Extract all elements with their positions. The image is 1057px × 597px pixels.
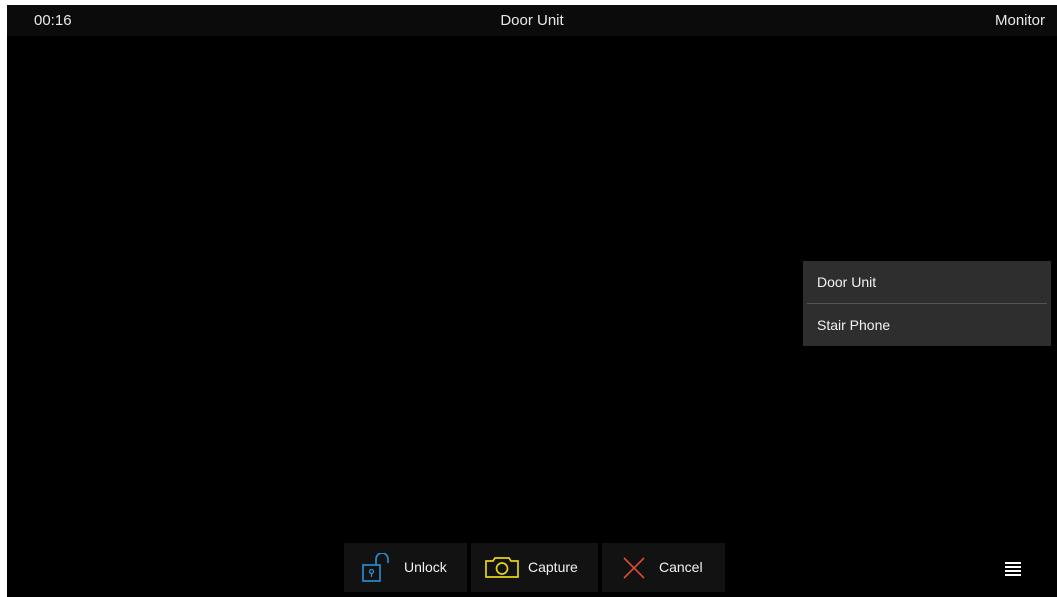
unlock-label: Unlock	[404, 559, 447, 575]
device-item-door-unit[interactable]: Door Unit	[803, 261, 1051, 303]
unlock-button[interactable]: Unlock	[344, 543, 467, 592]
menu-icon	[997, 562, 1027, 587]
cancel-button[interactable]: Cancel	[602, 543, 725, 592]
unlock-icon	[361, 552, 393, 586]
mode-label: Monitor	[995, 12, 1046, 29]
cancel-label: Cancel	[659, 559, 703, 575]
page-title: Door Unit	[500, 12, 564, 29]
intercom-screen: 00:16 Door Unit Monitor Door Unit Stair …	[7, 5, 1057, 597]
device-dropdown-menu: Door Unit Stair Phone	[803, 261, 1051, 346]
device-item-stair-phone[interactable]: Stair Phone	[803, 304, 1051, 346]
status-bar: 00:16 Door Unit Monitor	[7, 5, 1057, 36]
menu-button[interactable]	[997, 553, 1027, 583]
capture-button[interactable]: Capture	[471, 543, 598, 592]
close-icon	[622, 556, 646, 583]
camera-icon	[484, 557, 520, 582]
capture-label: Capture	[528, 559, 578, 575]
